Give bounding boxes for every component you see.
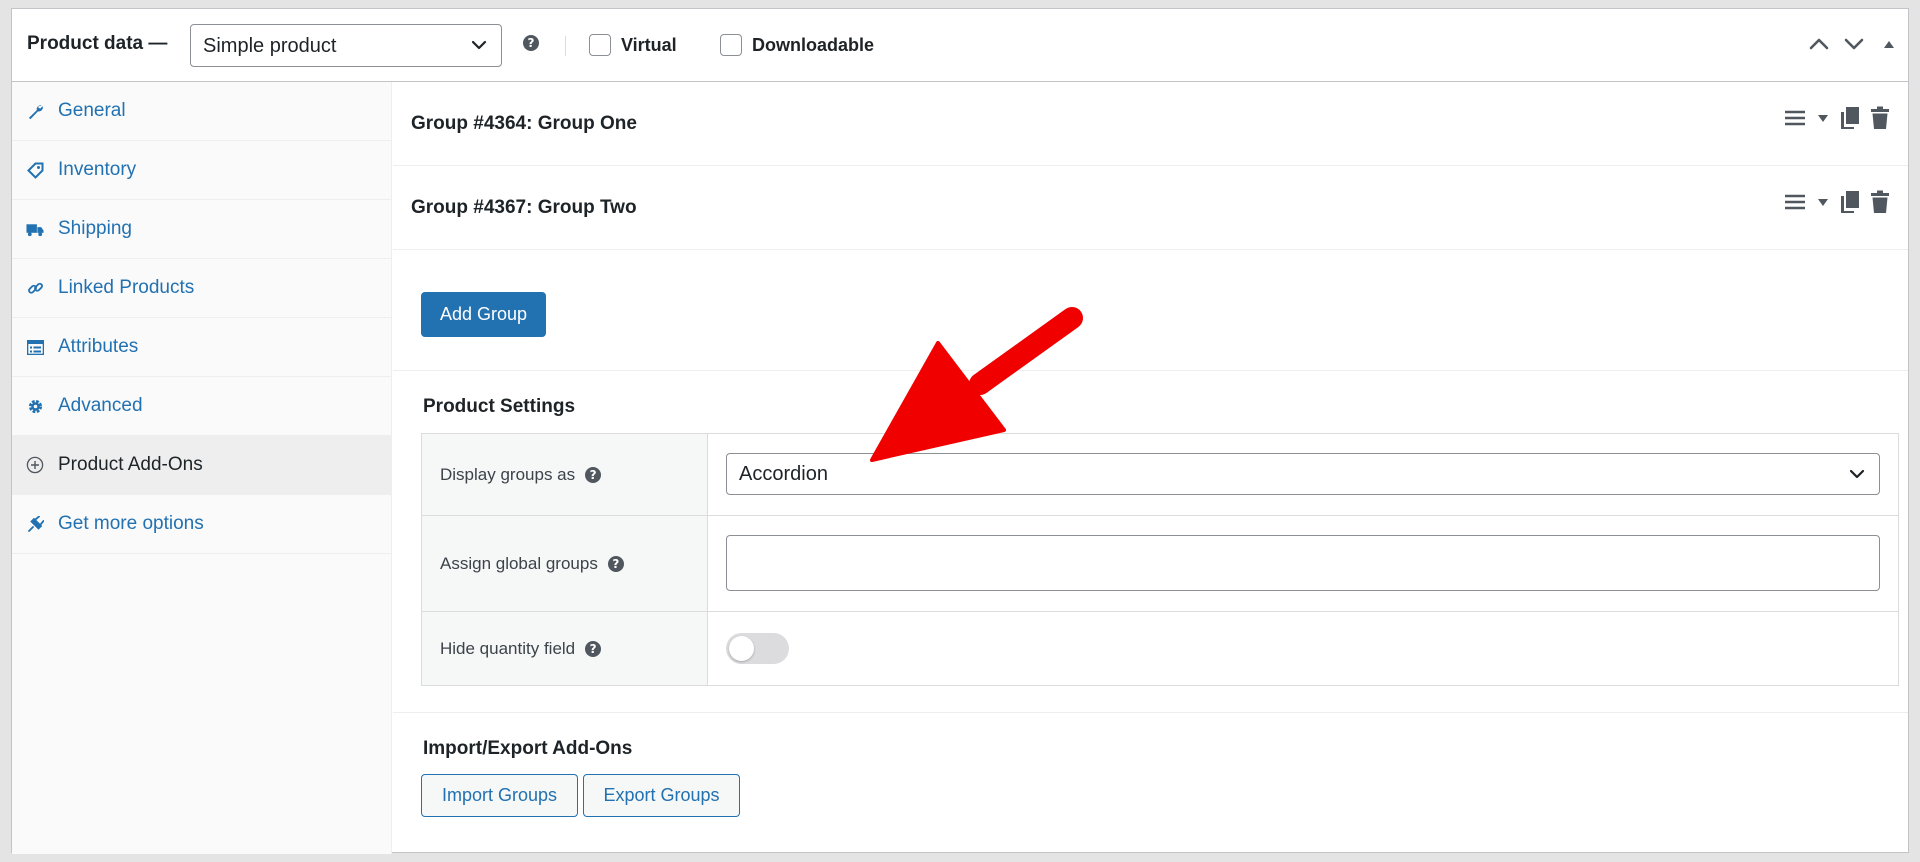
- tab-label: Get more options: [58, 513, 204, 534]
- list-icon: [26, 338, 44, 356]
- display-groups-value: Accordion: [739, 463, 828, 485]
- trash-icon[interactable]: [1870, 106, 1890, 130]
- header-separator: [565, 36, 566, 56]
- group-actions: [1784, 190, 1890, 214]
- settings-row-hide-quantity: Hide quantity field ?: [422, 612, 1898, 685]
- virtual-checkbox[interactable]: [589, 34, 611, 56]
- settings-row-display-groups: Display groups as ? Accordion: [422, 434, 1898, 516]
- settings-label-cell: Display groups as ?: [422, 434, 708, 515]
- tab-inventory[interactable]: Inventory: [12, 141, 391, 200]
- settings-value-cell: [708, 516, 1898, 611]
- link-icon: [26, 279, 44, 297]
- settings-row-assign-global: Assign global groups ?: [422, 516, 1898, 612]
- tab-attributes[interactable]: Attributes: [12, 318, 391, 377]
- chevron-down-icon: [1849, 469, 1865, 479]
- display-groups-select[interactable]: Accordion: [726, 453, 1880, 495]
- settings-label-cell: Hide quantity field ?: [422, 612, 708, 685]
- settings-value-cell: Accordion: [708, 434, 1898, 515]
- help-icon[interactable]: ?: [607, 555, 624, 572]
- help-icon[interactable]: ?: [585, 466, 602, 483]
- wrench-icon: [26, 102, 44, 120]
- tab-get-more-options[interactable]: Get more options: [12, 495, 391, 554]
- hide-quantity-label: Hide quantity field: [440, 638, 576, 658]
- downloadable-label: Downloadable: [752, 35, 875, 55]
- section-divider: [393, 712, 1908, 713]
- add-group-button[interactable]: Add Group: [421, 292, 546, 337]
- move-up-icon[interactable]: [1806, 31, 1832, 57]
- plus-circle-icon: [26, 456, 44, 474]
- tag-icon: [26, 161, 44, 179]
- add-ons-panel: Group #4364: Group One Group #4367: Grou…: [393, 82, 1908, 854]
- product-data-tabs: General Inventory Shipping Linked Produc…: [12, 82, 392, 854]
- downloadable-checkbox[interactable]: [720, 34, 742, 56]
- group-actions: [1784, 106, 1890, 130]
- expand-arrow-icon[interactable]: [1816, 195, 1830, 209]
- product-data-title: Product data —: [27, 33, 168, 54]
- virtual-label: Virtual: [621, 35, 677, 55]
- tab-label: Shipping: [58, 218, 132, 239]
- collapse-icon[interactable]: [1882, 37, 1896, 51]
- drag-handle-icon[interactable]: [1784, 191, 1806, 213]
- settings-label-cell: Assign global groups ?: [422, 516, 708, 611]
- duplicate-icon[interactable]: [1840, 190, 1860, 214]
- plugin-icon: [26, 515, 44, 533]
- group-row[interactable]: Group #4367: Group Two: [393, 166, 1908, 250]
- help-icon[interactable]: ?: [585, 640, 602, 657]
- chevron-down-icon: [471, 40, 487, 50]
- assign-global-input[interactable]: [726, 535, 1880, 591]
- tab-product-add-ons[interactable]: Product Add-Ons: [12, 436, 391, 495]
- tab-general[interactable]: General: [12, 82, 391, 141]
- product-data-panel: Product data — Simple product ? Virtual …: [11, 8, 1909, 854]
- group-row[interactable]: Group #4364: Group One: [393, 82, 1908, 166]
- tab-label: Linked Products: [58, 277, 195, 298]
- tab-label: Attributes: [58, 336, 139, 357]
- truck-icon: [26, 220, 44, 238]
- hide-quantity-toggle[interactable]: [726, 633, 789, 664]
- tab-advanced[interactable]: Advanced: [12, 377, 391, 436]
- trash-icon[interactable]: [1870, 190, 1890, 214]
- drag-handle-icon[interactable]: [1784, 107, 1806, 129]
- move-down-icon[interactable]: [1841, 31, 1867, 57]
- settings-value-cell: [708, 612, 1898, 685]
- product-settings-title: Product Settings: [423, 396, 576, 417]
- tab-label: Advanced: [58, 395, 143, 416]
- product-data-header: Product data — Simple product ? Virtual …: [12, 9, 1908, 82]
- section-divider: [393, 370, 1908, 371]
- group-title: Group #4367: Group Two: [411, 197, 637, 218]
- tab-shipping[interactable]: Shipping: [12, 200, 391, 259]
- tab-label: Inventory: [58, 159, 137, 180]
- tab-linked-products[interactable]: Linked Products: [12, 259, 391, 318]
- display-groups-label: Display groups as: [440, 464, 576, 484]
- group-title: Group #4364: Group One: [411, 113, 637, 134]
- help-icon[interactable]: ?: [523, 35, 539, 51]
- tab-label: Product Add-Ons: [58, 454, 203, 475]
- gear-icon: [26, 397, 44, 415]
- expand-arrow-icon[interactable]: [1816, 111, 1830, 125]
- export-groups-button[interactable]: Export Groups: [583, 774, 740, 817]
- assign-global-label: Assign global groups: [440, 553, 598, 573]
- duplicate-icon[interactable]: [1840, 106, 1860, 130]
- tab-label: General: [58, 100, 126, 121]
- import-groups-button[interactable]: Import Groups: [421, 774, 578, 817]
- product-settings-table: Display groups as ? Accordion Assign glo…: [421, 433, 1899, 686]
- product-type-select[interactable]: Simple product: [190, 24, 502, 67]
- product-type-value: Simple product: [203, 35, 337, 57]
- toggle-knob: [729, 636, 754, 661]
- import-export-title: Import/Export Add-Ons: [423, 738, 633, 759]
